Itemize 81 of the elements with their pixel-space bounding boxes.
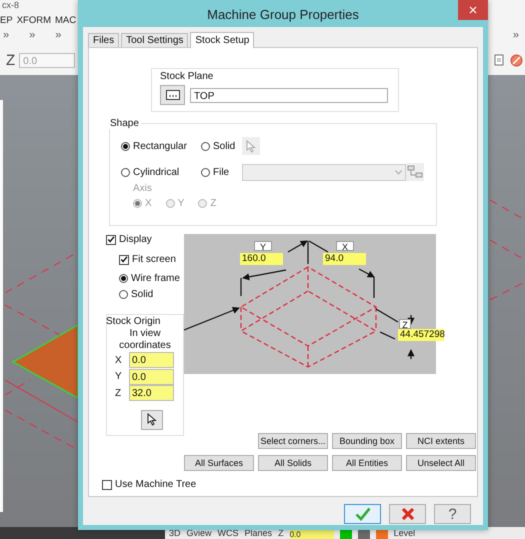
option-label: Solid (213, 140, 236, 152)
ok-button[interactable] (344, 504, 381, 524)
app-title: cx-8 (2, 0, 20, 10)
plane-icon (166, 90, 180, 100)
dimension-label: X (336, 241, 354, 251)
action-button[interactable]: Select corners... (258, 433, 328, 449)
z-depth-field[interactable]: 0.0 (290, 530, 334, 539)
toolbar-overflow[interactable]: » (512, 29, 519, 41)
tab[interactable]: Stock Setup (190, 32, 254, 48)
axis-label: Axis (133, 183, 152, 194)
color-swatch[interactable] (358, 530, 370, 539)
option-label: Use Machine Tree (115, 479, 196, 490)
plane-name-field[interactable]: TOP (190, 88, 388, 102)
cursor-icon (147, 413, 157, 426)
action-button[interactable]: Unselect All (406, 455, 476, 471)
action-button[interactable]: All Solids (258, 455, 328, 471)
checkbox[interactable] (119, 254, 129, 264)
plane-button[interactable] (160, 85, 185, 105)
dimension-field[interactable]: 94.0 (323, 253, 366, 265)
radio-button[interactable] (119, 290, 128, 299)
axis-label: Y (115, 371, 123, 382)
toolbar-overflow[interactable]: » (55, 29, 62, 41)
coordinate-field[interactable]: 0.0 (129, 352, 174, 368)
option-label: Z (210, 198, 216, 209)
coordinate-field[interactable]: 0.0 (129, 368, 174, 385)
dimension-label: Z (399, 319, 411, 329)
radio-button[interactable] (121, 142, 130, 150)
toolbar-overflow[interactable]: » (3, 29, 10, 41)
option-label: Fit screen (132, 254, 176, 265)
option-label: Display (119, 234, 152, 245)
menu-item[interactable]: EP (0, 14, 13, 26)
checkbox[interactable] (102, 480, 112, 490)
caption-text: In view coordinates (118, 328, 172, 352)
option-label: Rectangular (133, 140, 187, 152)
document-icon[interactable] (494, 54, 504, 66)
dialog-title: Machine Group Properties (207, 6, 359, 24)
toolbar-overflow[interactable]: » (29, 29, 36, 41)
menu-item[interactable]: MAC (55, 14, 76, 26)
status-button[interactable]: Gview (186, 528, 212, 539)
status-button[interactable]: Planes (244, 528, 272, 539)
option-label: Wire frame (131, 273, 180, 284)
axis-label: X (115, 354, 123, 366)
radio-button[interactable] (201, 142, 210, 150)
action-button[interactable]: All Entities (332, 455, 402, 471)
status-button[interactable]: 3D (169, 528, 181, 539)
coordinate-field[interactable]: 32.0 (129, 385, 174, 402)
action-button[interactable]: NCI extents (406, 433, 476, 449)
close-icon (400, 507, 414, 521)
group-title: Stock Origin (106, 316, 162, 327)
color-swatch[interactable] (376, 530, 388, 539)
close-button[interactable]: × (458, 0, 488, 20)
option-label: File (213, 166, 230, 178)
cancel-button[interactable] (389, 504, 426, 524)
pick-point-button[interactable] (141, 410, 163, 430)
radio-button[interactable] (121, 168, 130, 176)
dimension-label: Y (254, 241, 272, 251)
axis-label: Z (115, 388, 122, 399)
tab[interactable]: Tool Settings (121, 33, 188, 47)
level-label: Level (394, 528, 416, 539)
color-swatch[interactable] (340, 530, 352, 539)
check-icon (354, 507, 370, 521)
z-label: Z (278, 528, 284, 539)
tab[interactable]: Files (88, 33, 120, 47)
radio-button[interactable] (119, 274, 128, 283)
group-title: Stock Plane (160, 71, 214, 82)
option-label: Cylindrical (133, 166, 180, 178)
action-button[interactable]: Bounding box (332, 433, 402, 449)
option-label: X (145, 198, 152, 209)
status-button[interactable]: WCS (218, 528, 239, 539)
option-label: Y (178, 198, 184, 209)
menu-item[interactable]: XFORM (16, 14, 51, 26)
stop-icon[interactable] (510, 54, 523, 66)
z-label: Z (6, 52, 16, 68)
help-button[interactable]: ? (434, 504, 471, 524)
radio-button[interactable] (201, 168, 210, 176)
group-title: Shape (108, 118, 141, 129)
option-label: Solid (131, 289, 154, 300)
action-button[interactable]: All Surfaces (184, 455, 254, 471)
caret-icon (395, 170, 402, 174)
checkbox[interactable] (106, 234, 116, 244)
dimension-field[interactable]: 160.0 (240, 253, 283, 265)
